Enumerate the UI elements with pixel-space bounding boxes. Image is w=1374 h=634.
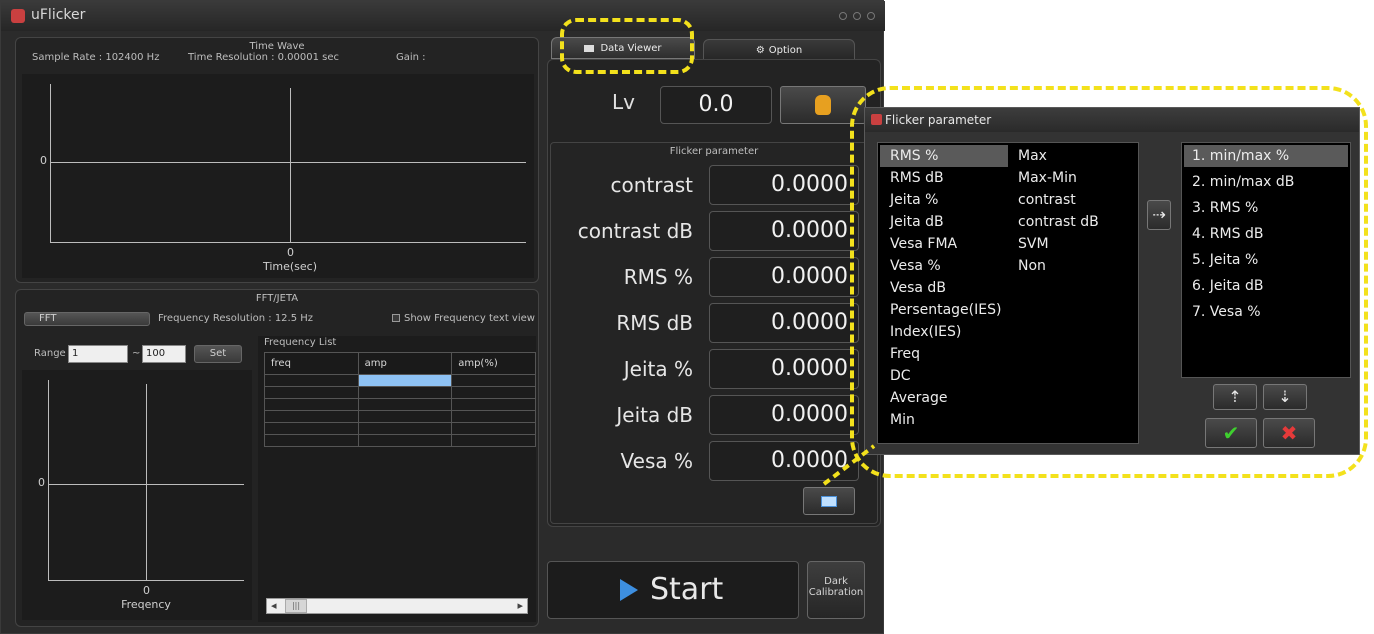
param-label: RMS dB <box>616 311 693 335</box>
play-icon <box>620 579 638 601</box>
time-wave-plot: 0 0 Time(sec) <box>22 74 534 278</box>
param-row-contrast-db: contrast dB 0.0000 <box>551 211 871 253</box>
uflicker-window: uFlicker Time Wave Sample Rate : 102400 … <box>0 0 885 634</box>
param-row-jeita-db: Jeita dB 0.0000 <box>551 395 871 437</box>
maximize-button[interactable] <box>853 12 861 20</box>
start-button-label: Start <box>650 572 724 607</box>
spectrum-x-axis <box>48 580 244 581</box>
fft-button[interactable]: FFT <box>24 312 150 326</box>
show-frequency-text-view-label: Show Frequency text view <box>404 313 535 324</box>
param-label: Vesa % <box>620 449 693 473</box>
param-label: Jeita dB <box>616 403 693 427</box>
time-wave-title: Time Wave <box>249 41 305 52</box>
range-separator: ~ <box>132 348 141 359</box>
table-row[interactable] <box>264 398 536 411</box>
spectrum-x-label: Freqency <box>121 598 171 611</box>
column-header-amp-percent[interactable]: amp(%) <box>451 352 536 375</box>
time-wave-panel: Time Wave Sample Rate : 102400 Hz Time R… <box>15 37 539 283</box>
param-row-jeita-percent: Jeita % 0.0000 <box>551 349 871 391</box>
app-title: uFlicker <box>31 7 86 23</box>
param-value: 0.0000 <box>709 165 859 205</box>
column-header-freq[interactable]: freq <box>264 352 359 375</box>
dark-calibration-line1: Dark <box>824 576 848 587</box>
table-row[interactable] <box>264 434 536 447</box>
dark-calibration-line2: Calibration <box>808 587 864 598</box>
frequency-list-area: Frequency List freq amp amp(%) ◂ ||| ▸ <box>258 336 536 622</box>
connector-line <box>822 444 876 486</box>
fft-title: FFT/JETA <box>255 293 299 304</box>
spectrum-y-axis <box>48 380 49 580</box>
range-to-input[interactable]: 100 <box>142 345 186 363</box>
scroll-left-icon[interactable]: ◂ <box>271 599 277 612</box>
range-set-button[interactable]: Set <box>194 345 242 363</box>
param-value: 0.0000 <box>709 395 859 435</box>
table-row[interactable] <box>264 386 536 399</box>
time-wave-y-tick: 0 <box>40 154 47 167</box>
dark-calibration-button[interactable]: Dark Calibration <box>807 561 865 619</box>
time-wave-center-line <box>290 88 291 242</box>
highlight-connector <box>822 444 876 486</box>
lv-label: Lv <box>612 90 635 114</box>
spectrum-zero-line <box>48 484 244 485</box>
spectrum-y-tick: 0 <box>38 476 45 489</box>
highlight-dialog <box>850 86 1368 478</box>
tab-option-label: Option <box>768 45 803 56</box>
param-row-rms-percent: RMS % 0.0000 <box>551 257 871 299</box>
parameter-settings-button[interactable] <box>803 487 855 515</box>
gear-icon: ⚙ <box>755 45 765 56</box>
param-value: 0.0000 <box>709 349 859 389</box>
lv-value: 0.0 <box>660 86 772 124</box>
param-label: RMS % <box>623 265 693 289</box>
tab-option[interactable]: ⚙ Option <box>703 39 855 61</box>
gain-label: Gain : <box>396 52 426 63</box>
time-wave-zero-line <box>50 162 526 163</box>
time-wave-x-tick: 0 <box>287 246 294 259</box>
minimize-button[interactable] <box>839 12 847 20</box>
param-value: 0.0000 <box>709 257 859 297</box>
close-button[interactable] <box>867 12 875 20</box>
fft-panel: FFT/JETA FFT Frequency Resolution : 12.5… <box>15 289 539 627</box>
column-header-amp[interactable]: amp <box>357 352 453 375</box>
time-resolution-label: Time Resolution : 0.00001 sec <box>188 52 340 63</box>
frequency-resolution-label: Frequency Resolution : 12.5 Hz <box>158 313 314 324</box>
param-label: Jeita % <box>623 357 693 381</box>
range-from-input[interactable]: 1 <box>68 345 128 363</box>
hand-pointer-icon <box>815 95 831 115</box>
table-edit-icon <box>821 496 837 507</box>
param-value: 0.0000 <box>709 303 859 343</box>
highlight-data-viewer-tab <box>560 18 694 74</box>
time-wave-x-label: Time(sec) <box>262 260 318 273</box>
param-row-rms-db: RMS dB 0.0000 <box>551 303 871 345</box>
spectrum-plot: 0 0 Freqency <box>22 370 252 620</box>
scroll-thumb[interactable]: ||| <box>285 599 307 613</box>
title-bar: uFlicker <box>1 1 885 31</box>
app-logo-icon <box>11 9 25 23</box>
frequency-list-title: Frequency List <box>264 337 337 348</box>
horizontal-scrollbar[interactable]: ◂ ||| ▸ <box>266 598 528 614</box>
spectrum-x-tick: 0 <box>143 584 150 597</box>
time-wave-y-axis <box>50 84 51 242</box>
time-wave-x-axis <box>50 242 526 243</box>
window-controls <box>839 12 875 20</box>
selected-cell[interactable] <box>357 374 453 387</box>
flicker-parameter-title: Flicker parameter <box>669 146 759 157</box>
param-value: 0.0000 <box>709 211 859 251</box>
param-label: contrast dB <box>577 219 693 243</box>
show-frequency-text-view-checkbox[interactable]: Show Frequency text view <box>392 313 535 324</box>
checkbox-check-icon <box>392 314 400 322</box>
range-label: Range <box>34 348 66 359</box>
scroll-right-icon[interactable]: ▸ <box>517 599 523 612</box>
start-button[interactable]: Start <box>547 561 799 619</box>
param-label: contrast <box>610 173 694 197</box>
spectrum-area: Range 1 ~ 100 Set 0 0 Freqency <box>22 336 252 622</box>
param-row-contrast: contrast 0.0000 <box>551 165 871 207</box>
table-row[interactable] <box>264 410 536 423</box>
spectrum-center-line <box>146 384 147 580</box>
frequency-table: freq amp amp(%) <box>264 352 536 447</box>
sample-rate-label: Sample Rate : 102400 Hz <box>32 52 160 63</box>
table-row[interactable] <box>264 374 536 387</box>
table-row[interactable] <box>264 422 536 435</box>
